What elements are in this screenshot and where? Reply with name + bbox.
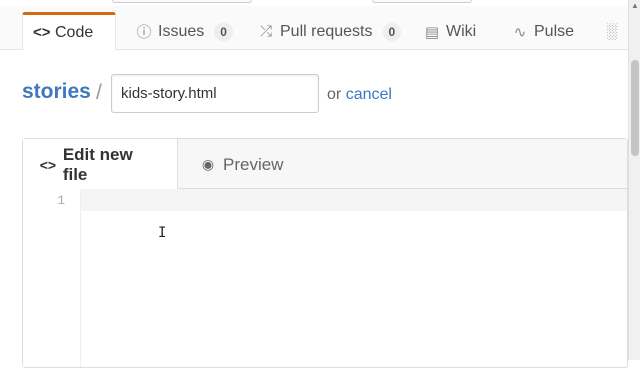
tab-edit-new-file[interactable]: <> Edit new file — [23, 139, 178, 190]
page-scrollbar[interactable]: ▲ — [628, 0, 640, 360]
cancel-area: or cancel — [327, 86, 392, 104]
tab-code[interactable]: <> Code — [22, 12, 116, 51]
tab-wiki[interactable]: ▤ Wiki — [414, 12, 486, 51]
code-icon: <> — [33, 24, 51, 41]
repo-nav: <> Code ⓘ Issues 0 ⤮ Pull requests 0 ▤ W… — [0, 6, 628, 51]
browser-ghost-field — [372, 0, 472, 3]
text-cursor-icon: I — [158, 225, 167, 241]
breadcrumb-separator: / — [96, 81, 102, 104]
tab-graphs[interactable]: ░ — [598, 12, 626, 51]
breadcrumb-repo-link[interactable]: stories — [22, 80, 91, 104]
issues-counter: 0 — [214, 22, 233, 41]
file-editor: <> Edit new file ◉ Preview 1 — [22, 138, 628, 368]
code-icon: <> — [39, 156, 57, 173]
editor-tabs: <> Edit new file ◉ Preview — [23, 139, 627, 190]
tab-pull-requests[interactable]: ⤮ Pull requests 0 — [248, 12, 411, 51]
tab-label: Wiki — [446, 22, 477, 40]
tab-label: Code — [55, 23, 94, 41]
cancel-link[interactable]: cancel — [346, 86, 392, 103]
tab-label: Pull requests — [280, 22, 373, 40]
tab-label: Pulse — [534, 22, 575, 40]
line-gutter: 1 — [23, 189, 81, 367]
eye-icon: ◉ — [201, 156, 215, 172]
browser-ghost-field — [112, 0, 252, 3]
filename-input[interactable] — [111, 74, 319, 113]
tab-label: Preview — [223, 154, 284, 174]
scroll-up-arrow-icon[interactable]: ▲ — [631, 2, 639, 10]
or-text: or — [327, 86, 342, 103]
pulse-icon: ∿ — [513, 23, 527, 41]
active-line-highlight — [23, 189, 627, 211]
tab-label: Edit new file — [62, 144, 133, 184]
tab-label: Issues — [158, 22, 205, 40]
code-area[interactable]: 1 — [23, 189, 627, 367]
book-icon: ▤ — [424, 23, 440, 41]
line-number: 1 — [57, 193, 65, 208]
graph-icon: ░ — [606, 23, 618, 40]
pull-requests-counter: 0 — [382, 22, 402, 41]
scrollbar-thumb[interactable] — [631, 60, 639, 156]
pull-request-icon: ⤮ — [259, 23, 272, 40]
tab-pulse[interactable]: ∿ Pulse — [502, 12, 584, 51]
tab-preview[interactable]: ◉ Preview — [183, 139, 299, 190]
issue-icon: ⓘ — [136, 24, 152, 41]
tab-issues[interactable]: ⓘ Issues 0 — [126, 12, 243, 51]
